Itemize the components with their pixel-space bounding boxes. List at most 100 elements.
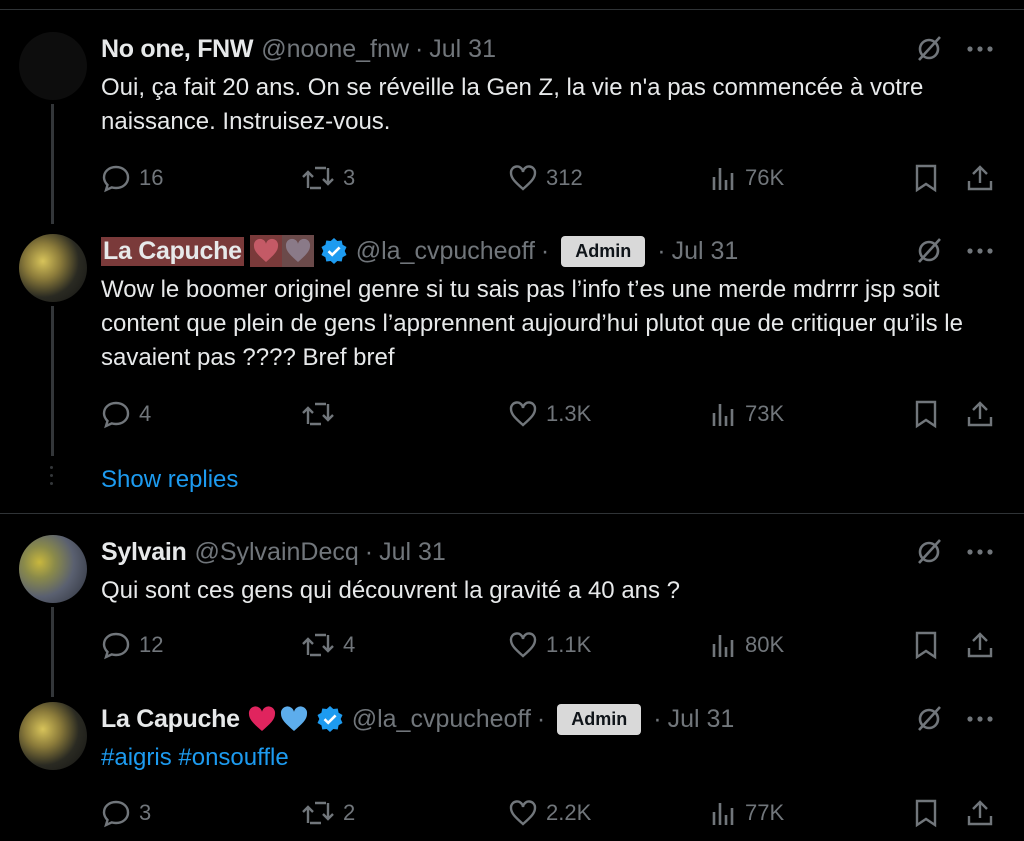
name-emojis — [246, 704, 310, 734]
reply-count: 16 — [139, 165, 164, 190]
avatar[interactable] — [19, 702, 87, 770]
grok-icon[interactable] — [914, 536, 944, 571]
tweet-date[interactable]: Jul 31 — [668, 705, 735, 734]
repost-count: 2 — [343, 800, 356, 825]
repost-button[interactable] — [301, 399, 343, 429]
repost-icon — [302, 633, 334, 657]
tweet-header: La Capuche @la_cvpucheoff · Admin · Jul … — [101, 233, 1024, 269]
user-handle[interactable]: @la_cvpucheoff — [352, 705, 531, 734]
grok-icon[interactable] — [914, 703, 944, 738]
tweet-actions: 16 3 312 76K — [101, 163, 1004, 193]
tweet-text: Wow le boomer originel genre si tu sais … — [101, 276, 963, 371]
tweet-actions: 12 4 1.1K 80K — [101, 630, 1004, 660]
views-icon — [712, 635, 734, 657]
heart-icon — [509, 165, 537, 191]
user-handle[interactable]: @SylvainDecq — [194, 538, 358, 567]
like-button[interactable]: 1.1K — [508, 630, 591, 660]
thread-line — [51, 306, 54, 456]
user-handle[interactable]: @la_cvpucheoff — [356, 237, 535, 266]
tweet-header: No one, FNW @noone_fnw · Jul 31 — [101, 31, 1024, 67]
top-divider — [0, 9, 1024, 10]
thread-line — [51, 607, 54, 697]
avatar[interactable] — [19, 234, 87, 302]
display-name[interactable]: No one, FNW — [101, 35, 254, 64]
reply-button[interactable]: 4 — [101, 399, 151, 429]
bookmark-button[interactable] — [913, 399, 947, 429]
like-button[interactable]: 1.3K — [508, 399, 591, 429]
repost-button[interactable]: 3 — [301, 163, 355, 193]
views-button[interactable]: 77K — [711, 798, 784, 828]
tweet-date[interactable]: Jul 31 — [672, 237, 739, 266]
repost-icon — [302, 166, 334, 190]
reply-icon — [102, 800, 130, 828]
separator-dot: · — [540, 236, 550, 265]
reply-icon — [102, 401, 130, 429]
views-icon — [712, 168, 734, 190]
share-button[interactable] — [965, 163, 1003, 193]
share-button[interactable] — [965, 798, 1003, 828]
views-button[interactable]: 76K — [711, 163, 784, 193]
grok-icon[interactable] — [914, 235, 944, 270]
tweet-text: Oui, ça fait 20 ans. On se réveille la G… — [101, 74, 924, 135]
views-button[interactable]: 80K — [711, 630, 784, 660]
tweet-date[interactable]: Jul 31 — [379, 538, 446, 567]
views-button[interactable]: 73K — [711, 399, 784, 429]
hashtags-link[interactable]: #aigris #onsouffle — [101, 741, 1004, 775]
views-count: 76K — [745, 165, 785, 190]
like-count: 312 — [546, 165, 583, 190]
reply-icon — [102, 632, 130, 660]
bookmark-button[interactable] — [913, 630, 947, 660]
views-count: 80K — [745, 632, 785, 657]
reply-button[interactable]: 12 — [101, 630, 163, 660]
display-name[interactable]: Sylvain — [101, 538, 187, 567]
reply-count: 4 — [139, 401, 152, 426]
verified-icon[interactable] — [320, 237, 348, 265]
share-icon — [967, 401, 993, 427]
heart-icon — [509, 800, 537, 826]
repost-count: 3 — [343, 165, 356, 190]
user-handle[interactable]: @noone_fnw — [261, 35, 409, 64]
bookmark-button[interactable] — [913, 163, 947, 193]
repost-button[interactable]: 4 — [301, 630, 355, 660]
heart-emoji-icon — [249, 235, 282, 267]
repost-button[interactable]: 2 — [301, 798, 355, 828]
admin-badge[interactable]: Admin — [557, 703, 642, 735]
share-button[interactable] — [965, 630, 1003, 660]
more-icon[interactable] — [966, 536, 994, 571]
verified-icon[interactable] — [316, 705, 344, 733]
reply-count: 3 — [139, 800, 152, 825]
reply-button[interactable]: 3 — [101, 798, 151, 828]
reply-button[interactable]: 16 — [101, 163, 163, 193]
separator-dot: · — [653, 704, 662, 733]
bookmark-icon — [915, 631, 937, 660]
admin-badge[interactable]: Admin — [561, 235, 646, 267]
more-icon[interactable] — [966, 703, 994, 738]
more-icon[interactable] — [966, 33, 994, 68]
separator-dot: · — [657, 236, 666, 265]
like-button[interactable]: 312 — [508, 163, 583, 193]
avatar[interactable] — [19, 32, 87, 100]
tweet-actions: 3 2 2.2K 77K — [101, 798, 1004, 828]
like-count: 2.2K — [546, 800, 592, 825]
grok-icon[interactable] — [914, 33, 944, 68]
thread-dots — [50, 466, 54, 490]
bookmark-icon — [915, 400, 937, 429]
red-heart-icon — [248, 706, 275, 731]
name-emojis — [249, 235, 314, 267]
heart-emoji-icon — [281, 235, 314, 267]
separator-dot: · — [414, 34, 424, 63]
share-button[interactable] — [965, 399, 1003, 429]
show-replies-link[interactable]: Show replies — [101, 466, 238, 494]
tweet-date[interactable]: Jul 31 — [429, 35, 496, 64]
display-name[interactable]: La Capuche — [101, 236, 244, 266]
share-icon — [967, 632, 993, 658]
views-count: 73K — [745, 401, 785, 426]
avatar[interactable] — [19, 535, 87, 603]
like-button[interactable]: 2.2K — [508, 798, 591, 828]
display-name[interactable]: La Capuche — [101, 705, 240, 734]
separator-dot: · — [536, 704, 546, 733]
tweet-actions: 4 1.3K 73K — [101, 399, 1004, 429]
bookmark-button[interactable] — [913, 798, 947, 828]
more-icon[interactable] — [966, 235, 994, 270]
repost-count: 4 — [343, 632, 356, 657]
